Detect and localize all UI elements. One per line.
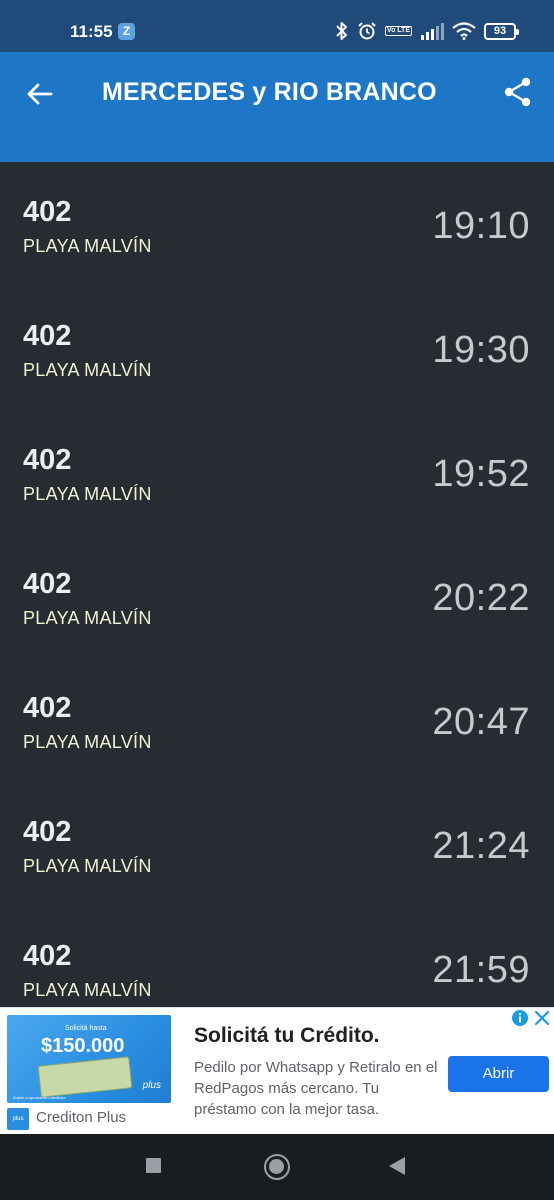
ad-image-amount: $150.000 xyxy=(41,1035,125,1057)
route-number: 402 xyxy=(23,196,72,228)
advertiser-logo: plus xyxy=(7,1108,29,1130)
status-time: 11:55 xyxy=(70,22,113,41)
back-button[interactable] xyxy=(22,76,58,112)
ad-headline[interactable]: Solicitá tu Crédito. xyxy=(194,1024,380,1048)
ad-image-caption: Solicitá hasta xyxy=(65,1025,107,1032)
ad-body: Pedilo por Whatsapp y Retiralo en el Red… xyxy=(194,1059,438,1118)
home-button[interactable] xyxy=(264,1154,290,1180)
wifi-icon xyxy=(452,22,476,40)
recent-apps-button[interactable] xyxy=(146,1158,161,1173)
system-back-button[interactable] xyxy=(389,1157,405,1175)
destination: PLAYA MALVÍN xyxy=(23,360,152,380)
route-number: 402 xyxy=(23,692,72,724)
volte-icon: Vo LTE xyxy=(384,26,412,36)
arrivals-list: 402 PLAYA MALVÍN 19:10 402 PLAYA MALVÍN … xyxy=(0,162,554,1007)
arrival-time: 21:24 xyxy=(432,825,530,867)
ad-image-brand: plus xyxy=(142,1080,161,1091)
ad-image-fine-print: Sujeto a aprobación crediticia. xyxy=(13,1095,67,1100)
close-icon[interactable] xyxy=(533,1009,551,1027)
destination: PLAYA MALVÍN xyxy=(23,608,152,628)
status-bar: 11:55 Z Vo LTE 93 xyxy=(0,0,554,52)
route-number: 402 xyxy=(23,816,72,848)
arrival-time: 19:10 xyxy=(432,205,530,247)
arrival-row[interactable]: 402 PLAYA MALVÍN 19:30 xyxy=(0,286,554,410)
destination: PLAYA MALVÍN xyxy=(23,732,152,752)
arrival-row[interactable]: 402 PLAYA MALVÍN 21:59 xyxy=(0,906,554,1007)
ad-image[interactable]: Solicitá hasta $150.000 plus Sujeto a ap… xyxy=(7,1015,171,1103)
ad-open-button[interactable]: Abrir xyxy=(448,1056,549,1092)
arrival-row[interactable]: 402 PLAYA MALVÍN 19:10 xyxy=(0,162,554,286)
arrival-row[interactable]: 402 PLAYA MALVÍN 21:24 xyxy=(0,782,554,906)
arrival-time: 21:59 xyxy=(432,949,530,991)
ad-banner[interactable]: Solicitá hasta $150.000 plus Sujeto a ap… xyxy=(0,1007,554,1134)
arrival-time: 19:30 xyxy=(432,329,530,371)
arrival-row[interactable]: 402 PLAYA MALVÍN 20:22 xyxy=(0,534,554,658)
destination: PLAYA MALVÍN xyxy=(23,856,152,876)
notification-badge: Z xyxy=(118,23,135,40)
system-nav-bar xyxy=(0,1134,554,1200)
page-title: MERCEDES y RIO BRANCO xyxy=(102,78,437,106)
route-number: 402 xyxy=(23,444,72,476)
arrival-row[interactable]: 402 PLAYA MALVÍN 19:52 xyxy=(0,410,554,534)
arrival-time: 20:22 xyxy=(432,577,530,619)
arrival-row[interactable]: 402 PLAYA MALVÍN 20:47 xyxy=(0,658,554,782)
arrival-time: 20:47 xyxy=(432,701,530,743)
alarm-icon xyxy=(358,22,376,40)
signal-icon xyxy=(421,23,444,40)
share-button[interactable] xyxy=(500,74,536,110)
route-number: 402 xyxy=(23,940,72,972)
app-bar: MERCEDES y RIO BRANCO xyxy=(0,52,554,162)
info-icon[interactable] xyxy=(511,1009,529,1027)
share-icon xyxy=(504,77,531,107)
advertiser-name[interactable]: Crediton Plus xyxy=(36,1109,126,1126)
banknote-icon xyxy=(37,1056,133,1098)
destination: PLAYA MALVÍN xyxy=(23,484,152,504)
arrival-time: 19:52 xyxy=(432,453,530,495)
destination: PLAYA MALVÍN xyxy=(23,980,152,1000)
bluetooth-icon xyxy=(336,22,347,40)
battery-icon: 93 xyxy=(484,22,519,40)
route-number: 402 xyxy=(23,320,72,352)
status-icons: Vo LTE 93 xyxy=(335,20,519,42)
route-number: 402 xyxy=(23,568,72,600)
arrow-left-icon xyxy=(27,83,53,105)
destination: PLAYA MALVÍN xyxy=(23,236,152,256)
